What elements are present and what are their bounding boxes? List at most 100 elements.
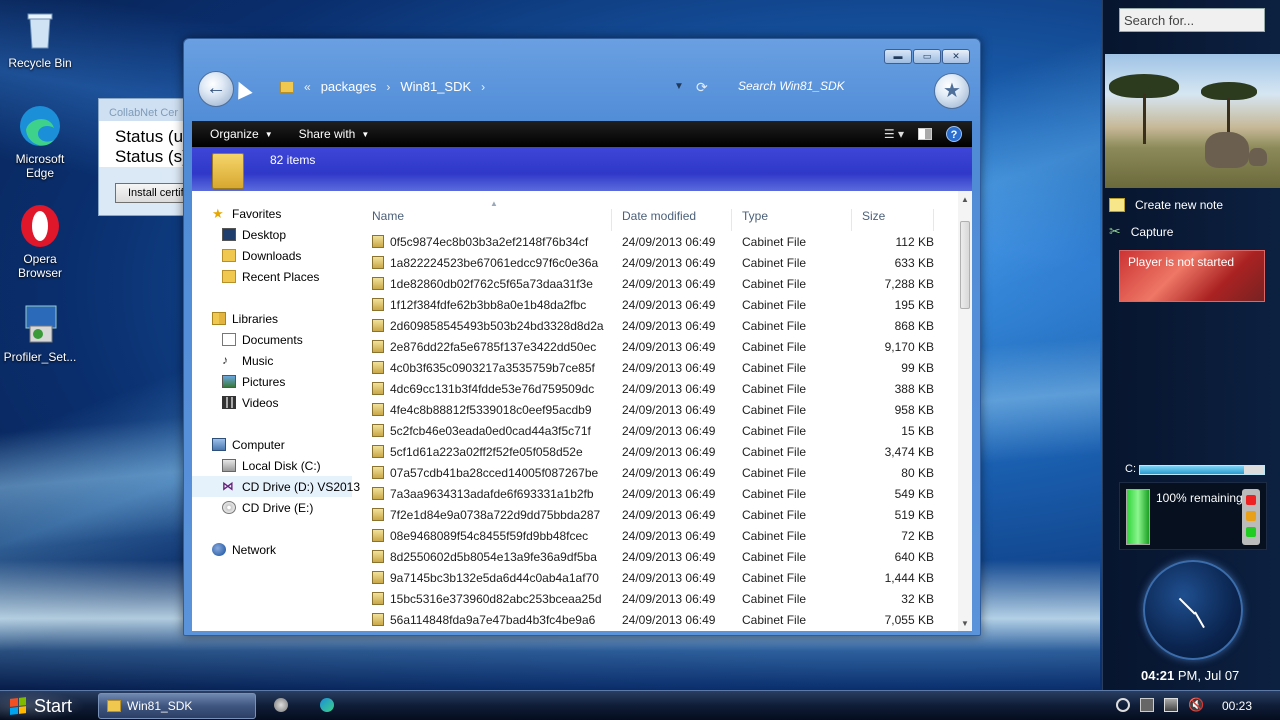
desktop-icon-recycle-bin[interactable]: Recycle Bin: [0, 8, 80, 70]
start-label: Start: [34, 695, 73, 716]
close-button[interactable]: ✕: [942, 49, 970, 64]
table-row[interactable]: 5cf1d61a223a02ff2f52fe05f058d52e 24/09/20…: [362, 441, 954, 462]
folder-icon: [212, 153, 244, 189]
battery-tray-icon[interactable]: [1140, 698, 1154, 712]
table-row[interactable]: 7a3aa9634313adafde6f693331a1b2fb 24/09/20…: [362, 483, 954, 504]
power-icon[interactable]: [1116, 698, 1130, 712]
chevron-right-icon[interactable]: ›: [481, 80, 485, 94]
table-row[interactable]: 08e9468089f54c8455f59fd9bb48fcec 24/09/20…: [362, 525, 954, 546]
table-row[interactable]: 07a57cdb41ba28cced14005f087267be 24/09/20…: [362, 462, 954, 483]
navigation-pane: ★ Favorites Desktop Downloads Recent Plac…: [192, 191, 360, 631]
slideshow-gadget[interactable]: [1105, 54, 1280, 188]
item-count: 82 items: [270, 153, 316, 167]
create-new-note-button[interactable]: Create new note: [1109, 198, 1223, 212]
nav-network[interactable]: Network: [192, 539, 352, 560]
view-options-icon[interactable]: ☰ ▾: [884, 127, 904, 141]
table-row[interactable]: 1a822224523be67061edcc97f6c0e36a 24/09/20…: [362, 252, 954, 273]
column-size[interactable]: Size: [852, 209, 934, 231]
taskbar-item-explorer[interactable]: Win81_SDK: [98, 693, 256, 719]
nav-documents[interactable]: Documents: [192, 329, 352, 350]
maximize-button[interactable]: ▭: [913, 49, 941, 64]
table-row[interactable]: 7f2e1d84e9a0738a722d9dd75bbda287 24/09/20…: [362, 504, 954, 525]
nav-cd-drive-d[interactable]: ⋈ CD Drive (D:) VS2013: [192, 476, 360, 497]
table-row[interactable]: 8d2550602d5b8054e13a9fe36a9df5ba 24/09/20…: [362, 546, 954, 567]
windows-sidebar: Search for... Create new note ✂ Capture …: [1102, 0, 1280, 690]
file-name: 7f2e1d84e9a0738a722d9dd75bbda287: [390, 508, 601, 522]
table-row[interactable]: 1f12f384fdfe62b3bb8a0e1b48da2fbc 24/09/20…: [362, 294, 954, 315]
scroll-up-icon[interactable]: ▲: [961, 195, 969, 204]
nav-label: CD Drive (E:): [242, 500, 314, 515]
file-size: 112 KB: [895, 235, 934, 249]
nav-desktop[interactable]: Desktop: [192, 224, 352, 245]
table-row[interactable]: 2d609858545493b503b24bd3328d8d2a 24/09/20…: [362, 315, 954, 336]
file-type: Cabinet File: [742, 592, 807, 606]
file-name: 8d2550602d5b8054e13a9fe36a9df5ba: [390, 550, 597, 564]
organize-menu[interactable]: Organize ▼: [192, 127, 281, 141]
capture-button[interactable]: ✂ Capture: [1109, 223, 1173, 240]
chevron-right-icon[interactable]: ›: [386, 80, 390, 94]
edge-icon[interactable]: [320, 698, 334, 712]
vertical-scrollbar[interactable]: ▲ ▼: [958, 191, 972, 631]
nav-local-disk-c[interactable]: Local Disk (C:): [192, 455, 352, 476]
cabinet-file-icon: [372, 466, 384, 479]
table-row[interactable]: 1de82860db02f762c5f65a73daa31f3e 24/09/20…: [362, 273, 954, 294]
file-date: 24/09/2013 06:49: [622, 445, 716, 459]
desktop-icon-profiler-setup[interactable]: Profiler_Set...: [0, 302, 80, 364]
table-row[interactable]: 2e876dd22fa5e6785f137e3422dd50ec 24/09/20…: [362, 336, 954, 357]
table-row[interactable]: 4c0b3f635c0903217a3535759b7ce85f 24/09/20…: [362, 357, 954, 378]
table-row[interactable]: 5c2fcb46e03eada0ed0cad44a3f5c71f 24/09/20…: [362, 420, 954, 441]
sidebar-search-input[interactable]: Search for...: [1119, 8, 1265, 32]
help-icon[interactable]: ?: [946, 126, 962, 142]
disk-usage-bar: [1139, 465, 1265, 475]
windows-logo-icon: [10, 697, 26, 715]
refresh-icon[interactable]: ⟳: [696, 79, 708, 96]
nav-downloads[interactable]: Downloads: [192, 245, 352, 266]
favorite-star-icon[interactable]: ★: [934, 73, 970, 109]
column-date-modified[interactable]: Date modified: [612, 209, 732, 231]
column-type[interactable]: Type: [732, 209, 852, 231]
nav-videos[interactable]: Videos: [192, 392, 352, 413]
breadcrumb-win81-sdk[interactable]: Win81_SDK: [400, 79, 471, 94]
address-dropdown-icon[interactable]: ▼: [674, 81, 684, 92]
start-button[interactable]: Start: [0, 691, 86, 720]
search-input[interactable]: Search Win81_SDK: [738, 79, 928, 93]
column-name[interactable]: Name: [362, 209, 612, 231]
desktop-icon-edge[interactable]: Microsoft Edge: [0, 104, 80, 180]
back-button[interactable]: ←: [198, 71, 234, 107]
scroll-down-icon[interactable]: ▼: [961, 619, 969, 628]
cabinet-file-icon: [372, 382, 384, 395]
address-bar[interactable]: « packages › Win81_SDK ›: [280, 79, 485, 94]
nav-cd-drive-e[interactable]: CD Drive (E:): [192, 497, 352, 518]
file-type: Cabinet File: [742, 445, 807, 459]
table-row[interactable]: 9a7145bc3b132e5da6d44c0ab4a1af70 24/09/20…: [362, 567, 954, 588]
nav-recent-places[interactable]: Recent Places: [192, 266, 352, 287]
share-with-menu[interactable]: Share with ▼: [281, 127, 378, 141]
media-player-icon[interactable]: [274, 698, 288, 712]
network-icon: [212, 543, 226, 556]
table-row[interactable]: 0f5c9874ec8b03b3a2ef2148f76b34cf 24/09/20…: [362, 231, 954, 252]
nav-computer[interactable]: Computer: [192, 434, 352, 455]
volume-muted-icon[interactable]: 🔇: [1188, 698, 1204, 712]
nav-pictures[interactable]: Pictures: [192, 371, 352, 392]
file-type: Cabinet File: [742, 340, 807, 354]
table-row[interactable]: 4fe4c8b88812f5339018c0eef95acdb9 24/09/20…: [362, 399, 954, 420]
taskbar-clock[interactable]: 00:23: [1222, 699, 1252, 713]
preview-pane-icon[interactable]: [918, 128, 932, 140]
nav-music[interactable]: ♪ Music: [192, 350, 352, 371]
media-player-gadget[interactable]: Player is not started: [1119, 250, 1265, 302]
desktop-icon-opera[interactable]: Opera Browser: [0, 204, 80, 280]
nav-label: Network: [232, 542, 277, 557]
cabinet-file-icon: [372, 424, 384, 437]
network-tray-icon[interactable]: [1164, 698, 1178, 712]
table-row[interactable]: 56a114848fda9a7e47bad4b3fc4be9a6 24/09/20…: [362, 609, 954, 630]
table-row[interactable]: 15bc5316e373960d82abc253bceaa25d 24/09/20…: [362, 588, 954, 609]
scrollbar-thumb[interactable]: [960, 221, 970, 309]
nav-libraries[interactable]: Libraries: [192, 308, 352, 329]
file-list: ▲ Name Date modified Type Size 0f5c9874e…: [362, 191, 954, 631]
breadcrumb-overflow[interactable]: «: [304, 80, 311, 94]
nav-favorites[interactable]: ★ Favorites: [192, 203, 352, 224]
breadcrumb-packages[interactable]: packages: [321, 79, 377, 94]
minimize-button[interactable]: ▬: [884, 49, 912, 64]
explorer-window[interactable]: ▬ ▭ ✕ ← « packages › Win81_SDK › ▼ ⟳ Sea…: [183, 38, 981, 636]
table-row[interactable]: 4dc69cc131b3f4fdde53e76d759509dc 24/09/20…: [362, 378, 954, 399]
